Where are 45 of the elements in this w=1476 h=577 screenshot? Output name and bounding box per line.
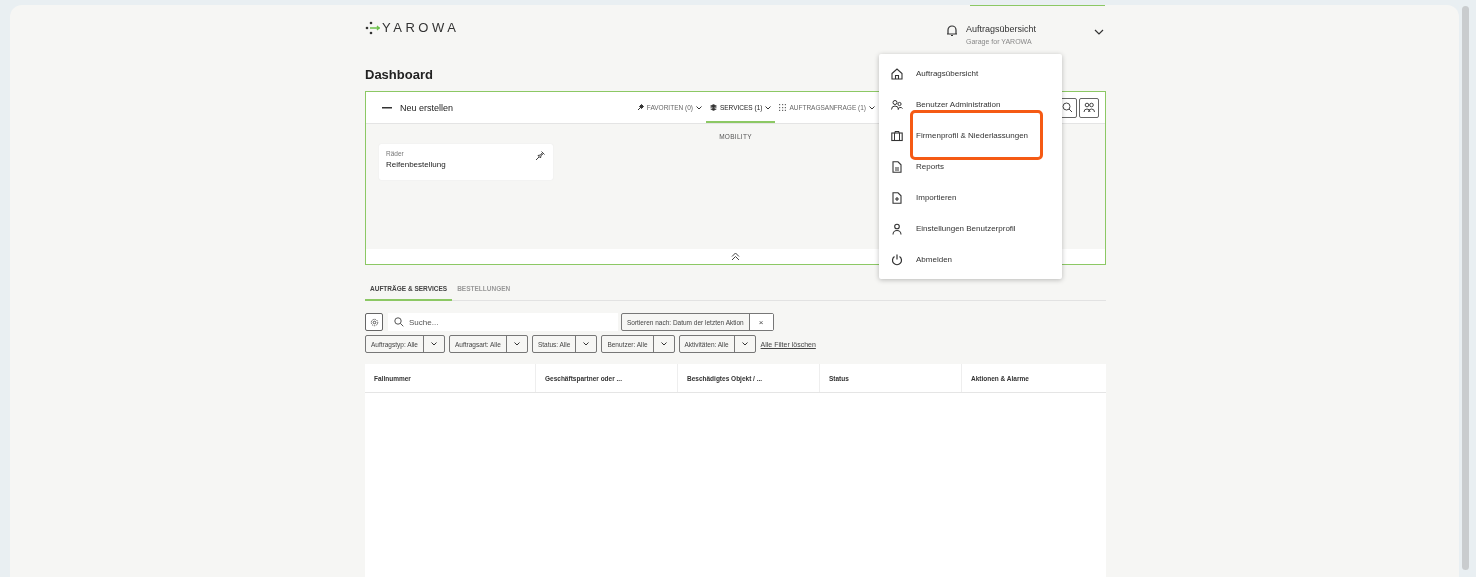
collapse-up-icon[interactable]	[731, 252, 740, 261]
menu-item[interactable]: Importieren	[891, 182, 1062, 213]
menu-item[interactable]: Auftragsübersicht	[891, 58, 1062, 89]
menu-item[interactable]: Firmenprofil & Niederlassungen	[891, 120, 1062, 151]
logo-icon	[365, 20, 381, 35]
chevron-down-icon[interactable]	[1094, 29, 1104, 35]
page-title: Dashboard	[365, 67, 433, 82]
home-icon	[891, 67, 903, 80]
clear-sort-button[interactable]: ×	[748, 314, 773, 330]
users-button[interactable]	[1079, 97, 1099, 118]
search-field[interactable]: Suche...	[388, 313, 618, 331]
bell-icon[interactable]	[946, 24, 958, 37]
menu-item[interactable]: Einstellungen Benutzerprofil	[891, 213, 1062, 244]
briefcase-icon	[891, 129, 903, 142]
chevron-down-icon	[695, 105, 702, 110]
chevron-down-icon	[765, 105, 772, 110]
document-icon	[891, 160, 903, 173]
collapse-icon[interactable]	[382, 106, 392, 109]
users-icon	[891, 98, 903, 111]
account-name[interactable]: Auftragsübersicht	[966, 24, 1037, 34]
menu-item[interactable]: Benutzer Administration	[891, 89, 1062, 120]
users-icon	[1083, 102, 1095, 113]
grid-icon	[779, 104, 787, 111]
user-icon	[891, 222, 903, 235]
search-icon	[1061, 102, 1073, 113]
chevron-down-icon	[583, 342, 590, 346]
stack-icon	[709, 104, 717, 111]
logo-text: YAROWA	[382, 20, 460, 35]
gear-icon	[369, 317, 379, 327]
chevron-down-icon	[431, 342, 437, 346]
settings-button[interactable]	[365, 313, 383, 331]
file-plus-icon	[891, 191, 903, 204]
pin-icon	[636, 104, 644, 111]
chevron-down-icon	[741, 342, 748, 346]
panel-title: Neu erstellen	[400, 102, 454, 113]
scrollbar[interactable]	[1462, 6, 1469, 570]
menu-item[interactable]: Abmelden	[891, 244, 1062, 275]
tile-name: Reifenbestellung	[386, 160, 446, 169]
menu-item[interactable]: Reports	[891, 151, 1062, 182]
power-icon	[891, 253, 903, 266]
chevron-down-icon	[513, 342, 520, 346]
pin-icon[interactable]	[535, 150, 546, 161]
chevron-down-icon	[660, 342, 667, 346]
search-icon	[394, 317, 404, 327]
chevron-down-icon	[869, 105, 875, 110]
